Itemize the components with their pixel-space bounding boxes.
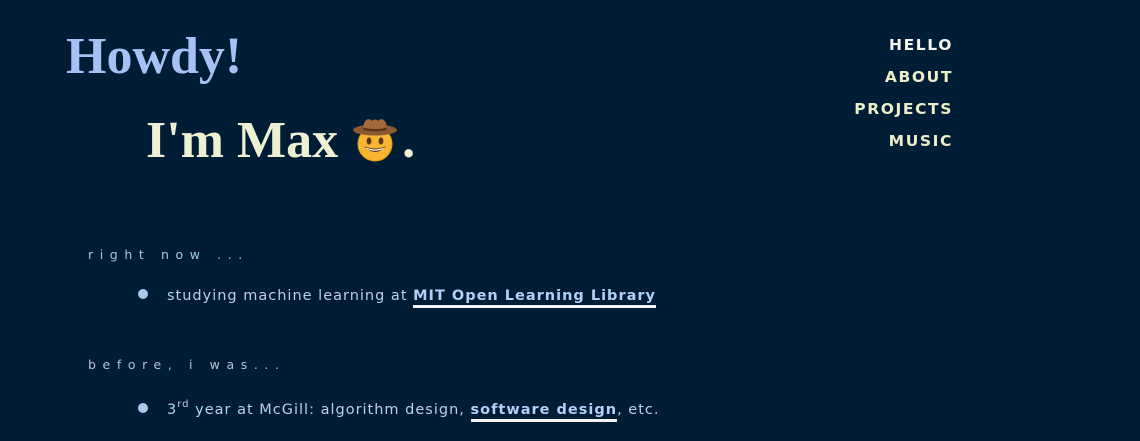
nav-item-music: MUSIC [854, 130, 953, 162]
current-activity-text: studying machine learning at [167, 288, 414, 304]
past-activity-text-end: , etc. [617, 402, 660, 418]
current-activity-item: studying machine learning at MIT Open Le… [138, 288, 656, 308]
year-ordinal-suffix: rd [177, 399, 190, 410]
before-label: before, i was... [88, 357, 286, 372]
mit-open-learning-link[interactable]: MIT Open Learning Library [413, 288, 656, 308]
intro-text: I'm Max [146, 112, 339, 169]
nav-item-hello: HELLO [854, 34, 953, 66]
nav-link-hello[interactable]: HELLO [889, 36, 953, 54]
nav-link-music[interactable]: MUSIC [889, 132, 953, 150]
right-now-label: right now ... [88, 247, 249, 262]
nav-item-projects: PROJECTS [854, 98, 953, 130]
software-design-link[interactable]: software design [470, 402, 618, 422]
nav-link-projects[interactable]: PROJECTS [854, 100, 953, 118]
nav-link-about[interactable]: ABOUT [885, 68, 953, 86]
intro-heading: I'm Max . [146, 110, 415, 172]
bullet-icon [138, 403, 148, 413]
greeting-heading: Howdy! [66, 28, 243, 85]
main-nav: HELLO ABOUT PROJECTS MUSIC [854, 34, 953, 162]
nav-item-about: ABOUT [854, 66, 953, 98]
intro-period: . [402, 112, 416, 169]
year-number: 3 [167, 402, 178, 418]
cowboy-hat-face-icon [352, 115, 398, 163]
past-activity-item: 3rd year at McGill: algorithm design, so… [138, 399, 660, 422]
bullet-icon [138, 289, 148, 299]
past-activity-text: year at McGill: algorithm design, [189, 402, 471, 418]
